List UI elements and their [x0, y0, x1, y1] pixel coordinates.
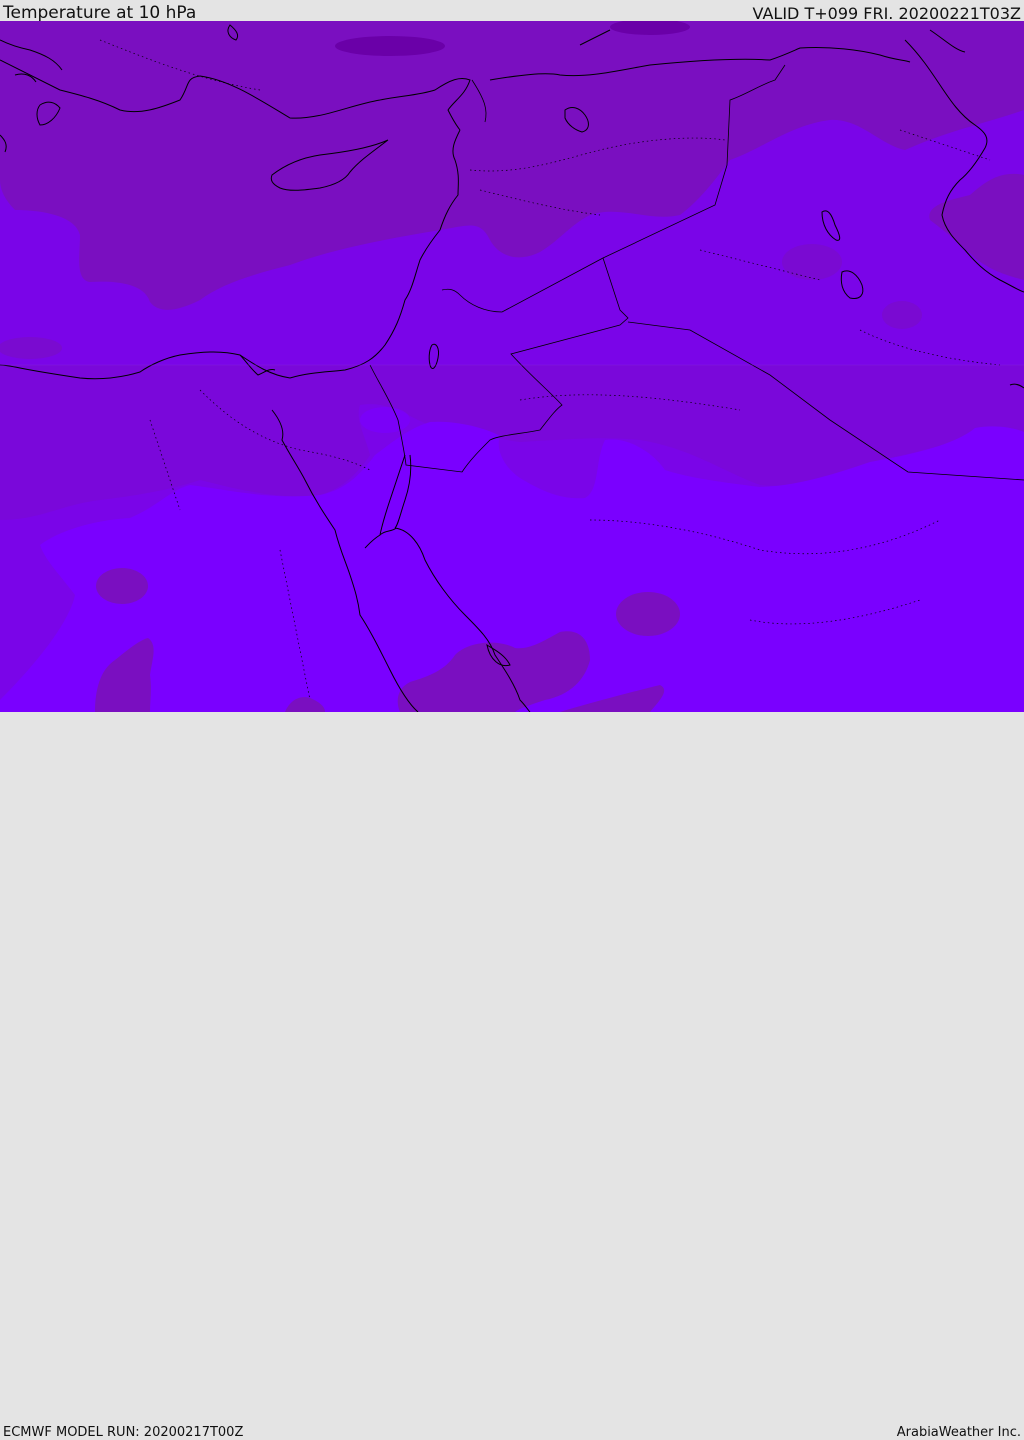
field-blob-iran — [782, 244, 842, 280]
field-warm-blob-a — [616, 592, 680, 636]
field-warm-blob-b — [96, 568, 148, 604]
temperature-map — [0, 21, 1024, 712]
credit-label: ArabiaWeather Inc. — [896, 1425, 1021, 1440]
field-blob-cool-mid — [360, 407, 410, 433]
header-bar: Temperature at 10 hPa VALID T+099 FRI. 2… — [0, 0, 1024, 23]
footer-bar: ECMWF MODEL RUN: 20200217T00Z ArabiaWeat… — [0, 712, 1024, 1440]
field-blob-west — [0, 337, 62, 359]
field-blob-iran2 — [882, 301, 922, 329]
map-title: Temperature at 10 hPa — [3, 3, 197, 23]
field-cool-blob-north — [335, 36, 445, 56]
model-run-label: ECMWF MODEL RUN: 20200217T00Z — [3, 1425, 244, 1440]
